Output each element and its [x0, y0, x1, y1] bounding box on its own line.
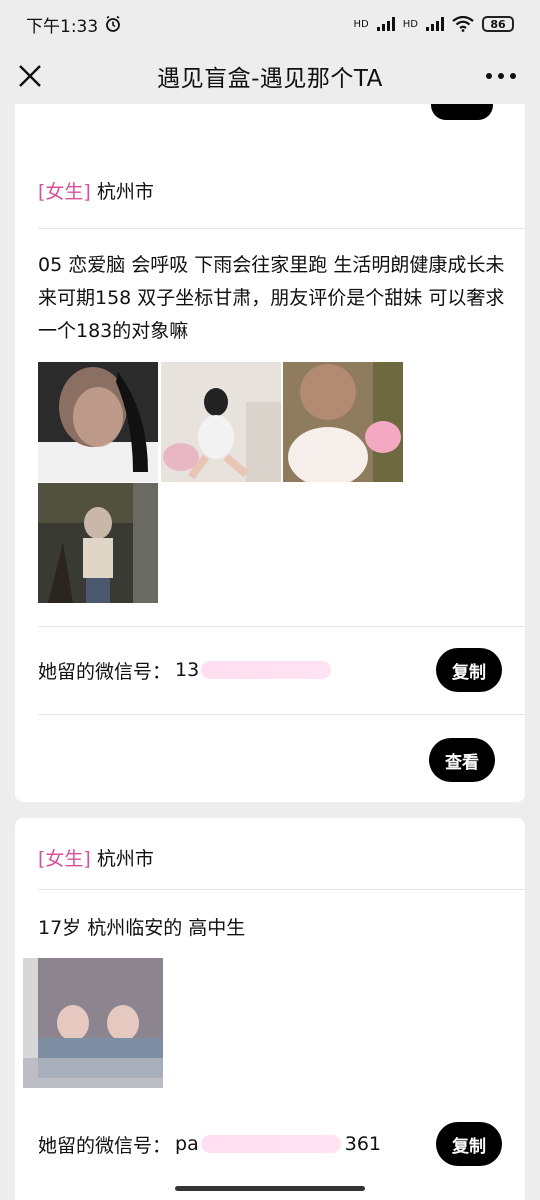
wechat-mask — [200, 1135, 341, 1153]
profile-description: 17岁 杭州临安的 高中生 — [38, 917, 246, 939]
city-label: 杭州市 — [96, 181, 154, 203]
content-scroll[interactable]: [女生] 杭州市 05 恋爱脑 会呼吸 下雨会往家里跑 生活明朗健康成长未来可期… — [0, 104, 540, 1200]
wifi-icon — [452, 16, 474, 32]
gender-tag: [女生] — [38, 181, 91, 203]
page-title: 遇见盲盒-遇见那个TA — [157, 66, 383, 92]
wechat-row: 她留的微信号： 13 — [38, 648, 502, 692]
divider — [38, 626, 525, 627]
battery-level: 86 — [490, 17, 506, 31]
signal-hd-2: HD — [402, 18, 418, 30]
profile-photo[interactable] — [38, 362, 158, 482]
wechat-label: 她留的微信号： — [38, 1134, 172, 1157]
wechat-mask — [201, 661, 332, 679]
copy-button[interactable]: 复制 — [436, 1122, 502, 1166]
profile-photo[interactable] — [161, 362, 281, 482]
signal-icon — [376, 17, 395, 31]
close-icon[interactable] — [14, 60, 46, 92]
profile-photo[interactable] — [38, 483, 158, 603]
profile-photo[interactable] — [23, 958, 163, 1088]
status-right: HD HD 86 — [354, 16, 514, 32]
card-header: [女生] 杭州市 — [38, 177, 154, 204]
status-time: 下午1:33 — [26, 16, 99, 37]
signal-icon — [426, 17, 444, 31]
wechat-label: 她留的微信号： — [38, 660, 172, 683]
home-indicator[interactable] — [175, 1186, 365, 1191]
wechat-value-tail: 361 — [344, 1133, 381, 1155]
partial-button[interactable] — [431, 104, 493, 120]
divider — [38, 228, 525, 229]
wechat-value: 13 — [175, 659, 200, 681]
wechat-value: pa — [175, 1133, 199, 1155]
profile-description: 05 恋爱脑 会呼吸 下雨会往家里跑 生活明朗健康成长未来可期158 双子坐标甘… — [38, 254, 505, 342]
more-icon[interactable] — [484, 62, 518, 90]
divider — [38, 889, 525, 890]
view-button[interactable]: 查看 — [429, 738, 495, 782]
wechat-row: 她留的微信号： pa 361 — [38, 1122, 502, 1166]
battery-icon: 86 — [482, 16, 514, 32]
signal-hd-1: HD — [353, 18, 369, 30]
copy-button[interactable]: 复制 — [436, 648, 502, 692]
status-bar: 下午1:33 HD HD 86 — [0, 0, 540, 48]
card-header: [女生] 杭州市 — [38, 844, 154, 871]
profile-photo[interactable] — [283, 362, 403, 482]
divider — [38, 714, 525, 715]
status-left: 下午1:33 — [26, 12, 122, 37]
profile-card: [女生] 杭州市 05 恋爱脑 会呼吸 下雨会往家里跑 生活明朗健康成长未来可期… — [15, 104, 525, 802]
gender-tag: [女生] — [38, 848, 91, 870]
nav-bar: 遇见盲盒-遇见那个TA — [0, 48, 540, 104]
city-label: 杭州市 — [96, 848, 154, 870]
alarm-icon — [106, 15, 121, 32]
